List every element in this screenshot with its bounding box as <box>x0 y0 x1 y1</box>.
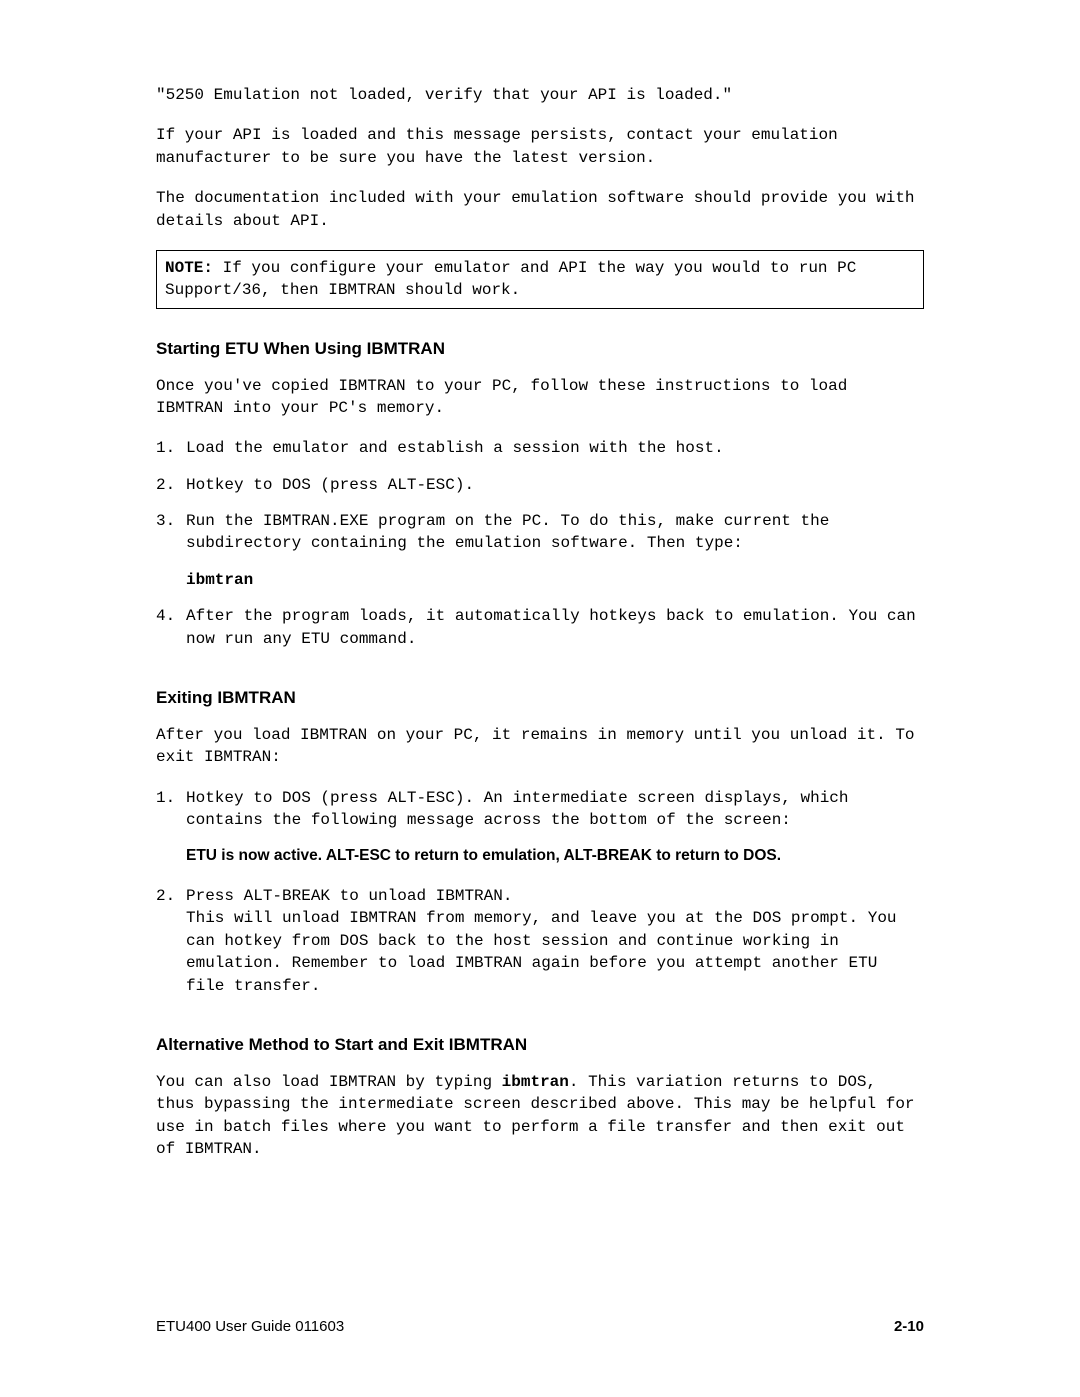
list-body: Press ALT-BREAK to unload IBMTRAN. This … <box>186 885 924 997</box>
list-body-line: Press ALT-BREAK to unload IBMTRAN. <box>186 885 924 907</box>
list-number: 2. <box>156 885 186 997</box>
quoted-error-message: "5250 Emulation not loaded, verify that … <box>156 84 924 106</box>
list-item: 1. Load the emulator and establish a ses… <box>156 437 924 459</box>
command-text: ibmtran <box>186 569 924 591</box>
body-paragraph: The documentation included with your emu… <box>156 187 924 232</box>
page-footer: ETU400 User Guide 011603 2-10 <box>156 1316 924 1337</box>
note-text: If you configure your emulator and API t… <box>165 259 856 299</box>
list-item: 2. Hotkey to DOS (press ALT-ESC). <box>156 474 924 496</box>
footer-left: ETU400 User Guide 011603 <box>156 1316 344 1337</box>
list-item: 1. Hotkey to DOS (press ALT-ESC). An int… <box>156 787 924 832</box>
list-item: 2. Press ALT-BREAK to unload IBMTRAN. Th… <box>156 885 924 997</box>
section-heading: Starting ETU When Using IBMTRAN <box>156 337 924 361</box>
body-paragraph: Once you've copied IBMTRAN to your PC, f… <box>156 375 924 420</box>
list-item: 3. Run the IBMTRAN.EXE program on the PC… <box>156 510 924 555</box>
footer-page-number: 2-10 <box>894 1316 924 1337</box>
list-body: After the program loads, it automaticall… <box>186 605 924 650</box>
list-body-line: This will unload IBMTRAN from memory, an… <box>186 907 924 997</box>
note-box: NOTE: If you configure your emulator and… <box>156 250 924 309</box>
list-number: 2. <box>156 474 186 496</box>
list-body: Hotkey to DOS (press ALT-ESC). An interm… <box>186 787 924 832</box>
inline-command: ibmtran <box>502 1073 569 1091</box>
emphasized-message: ETU is now active. ALT-ESC to return to … <box>186 845 924 867</box>
document-page: "5250 Emulation not loaded, verify that … <box>0 0 1080 1397</box>
list-item: 4. After the program loads, it automatic… <box>156 605 924 650</box>
section-heading: Alternative Method to Start and Exit IBM… <box>156 1033 924 1057</box>
list-number: 1. <box>156 437 186 459</box>
list-number: 3. <box>156 510 186 555</box>
body-paragraph: You can also load IBMTRAN by typing ibmt… <box>156 1071 924 1161</box>
body-text-span: You can also load IBMTRAN by typing <box>156 1073 502 1091</box>
body-paragraph: If your API is loaded and this message p… <box>156 124 924 169</box>
list-body: Load the emulator and establish a sessio… <box>186 437 924 459</box>
list-body: Run the IBMTRAN.EXE program on the PC. T… <box>186 510 924 555</box>
list-number: 4. <box>156 605 186 650</box>
section-heading: Exiting IBMTRAN <box>156 686 924 710</box>
body-paragraph: After you load IBMTRAN on your PC, it re… <box>156 724 924 769</box>
list-number: 1. <box>156 787 186 832</box>
list-body: Hotkey to DOS (press ALT-ESC). <box>186 474 924 496</box>
note-label: NOTE: <box>165 259 213 277</box>
